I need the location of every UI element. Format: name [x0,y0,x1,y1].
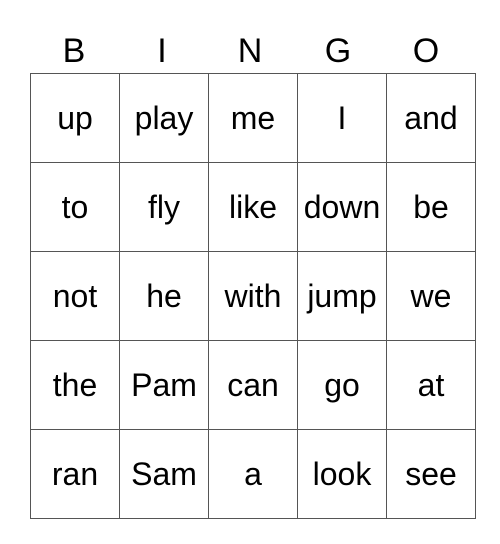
bingo-cell: be [386,162,476,252]
grid-row: ran Sam a look see [30,429,476,519]
bingo-cell: down [297,162,387,252]
header-letter-n: N [237,32,263,70]
bingo-cell: Pam [119,340,209,430]
bingo-cell: go [297,340,387,430]
bingo-cell: jump [297,251,387,341]
bingo-cell: I [297,73,387,163]
grid-row: not he with jump we [30,251,476,341]
grid-row: up play me I and [30,73,476,163]
bingo-cell: the [30,340,120,430]
header-letter-i: I [157,32,167,70]
header-letter-b: B [62,32,86,70]
bingo-cell: see [386,429,476,519]
bingo-cell: with [208,251,298,341]
bingo-cell: fly [119,162,209,252]
header-letter-g: G [324,32,352,70]
bingo-cell: not [30,251,120,341]
bingo-cell: to [30,162,120,252]
grid-row: to fly like down be [30,162,476,252]
bingo-cell: me [208,73,298,163]
bingo-cell: a [208,429,298,519]
bingo-cell: at [386,340,476,430]
grid-row: the Pam can go at [30,340,476,430]
bingo-header: B I N G O [30,30,470,73]
bingo-cell: play [119,73,209,163]
bingo-cell: he [119,251,209,341]
bingo-cell: can [208,340,298,430]
header-letter-o: O [412,32,440,70]
bingo-cell: up [30,73,120,163]
bingo-cell: we [386,251,476,341]
bingo-cell: like [208,162,298,252]
bingo-grid: up play me I and to fly like down be not… [30,73,476,519]
bingo-cell: and [386,73,476,163]
bingo-cell: Sam [119,429,209,519]
bingo-cell: ran [30,429,120,519]
bingo-cell: look [297,429,387,519]
